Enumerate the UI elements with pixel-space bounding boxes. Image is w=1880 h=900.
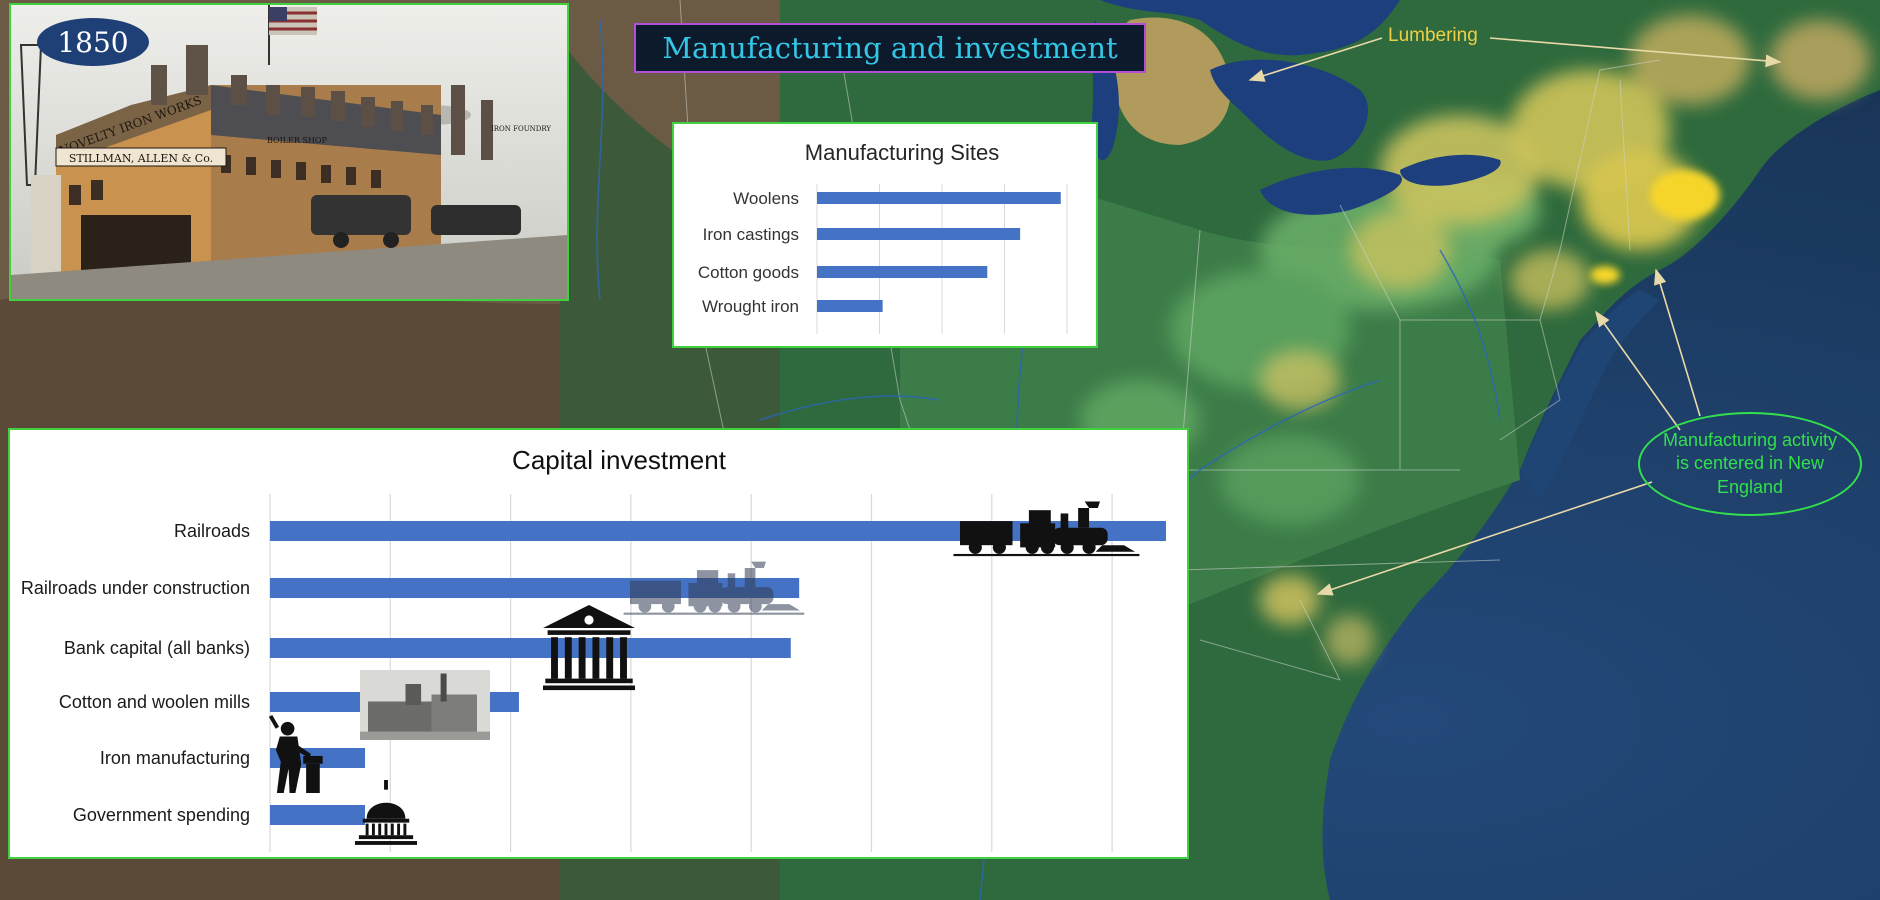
capital-category-label: Railroads	[174, 521, 250, 541]
manufacturing-callout: Manufacturing activity is centered in Ne…	[1638, 412, 1862, 516]
sign-stillman-allen: STILLMAN, ALLEN & Co.	[69, 152, 213, 165]
sites-bar	[817, 266, 988, 278]
sign-boiler-shop: BOILER SHOP	[267, 136, 327, 145]
capital-category-label: Railroads under construction	[21, 578, 250, 598]
sites-chart-title: Manufacturing Sites	[805, 140, 999, 165]
sites-category-label: Cotton goods	[698, 263, 799, 282]
capital-category-label: Government spending	[73, 805, 250, 825]
sites-category-label: Wrought iron	[702, 297, 799, 316]
manufacturing-sites-panel: Manufacturing Sites Woolens Iron castings C…	[672, 122, 1098, 348]
capital-investment-panel: Capital investment Railroads Railroads und…	[8, 428, 1189, 859]
title-box: Manufacturing and investment	[634, 23, 1146, 73]
capital-category-label: Cotton and woolen mills	[59, 692, 250, 712]
sites-category-label: Iron castings	[703, 225, 799, 244]
novelty-iron-works-engraving: NOVELTY IRON WORKS STILLMAN, ALLEN & Co.…	[9, 3, 569, 301]
sites-bar	[817, 300, 883, 312]
sign-iron-foundry: IRON FOUNDRY	[491, 125, 551, 133]
year-badge: 1850	[37, 18, 149, 66]
capital-investment-chart: Capital investment Railroads Railroads und…	[21, 445, 1166, 852]
mill-icon	[360, 670, 490, 740]
page-title: Manufacturing and investment	[662, 31, 1118, 65]
capital-category-label: Iron manufacturing	[100, 748, 250, 768]
capital-bar	[270, 638, 791, 658]
sites-category-label: Woolens	[733, 189, 799, 208]
sites-bar	[817, 192, 1061, 204]
capital-chart-title: Capital investment	[512, 445, 727, 475]
lumbering-label: Lumbering	[1388, 25, 1478, 46]
capital-bar	[270, 805, 366, 825]
manufacturing-sites-chart: Manufacturing Sites Woolens Iron castings C…	[698, 140, 1068, 334]
capital-category-label: Bank capital (all banks)	[64, 638, 250, 658]
sites-bar	[817, 228, 1021, 240]
